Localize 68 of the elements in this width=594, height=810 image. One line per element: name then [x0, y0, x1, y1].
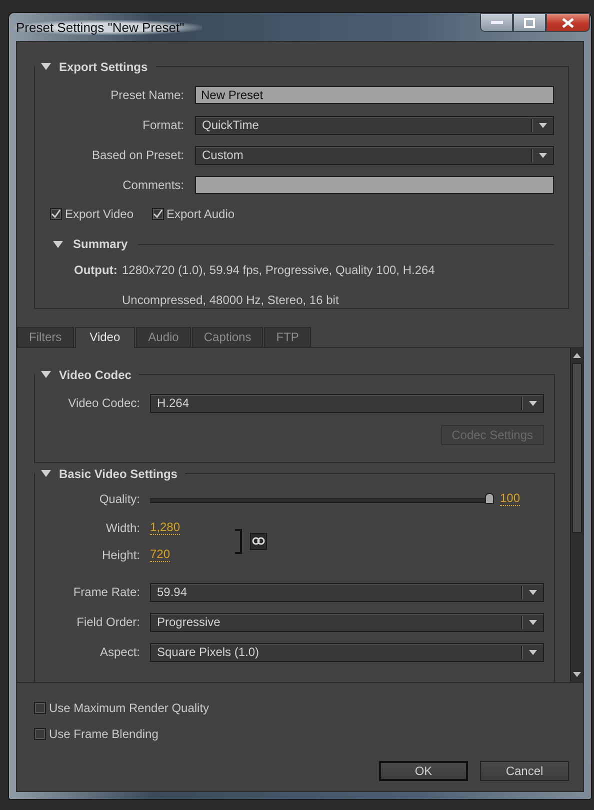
summary-text: 1280x720 (1.0), 59.94 fps, Progressive, Quality 100, H.264 — [122, 263, 435, 277]
link-bracket — [235, 528, 242, 554]
close-icon — [562, 18, 574, 28]
dropdown[interactable]: Square Pixels (1.0) — [150, 642, 544, 662]
section-title: Basic Video Settings — [59, 466, 178, 480]
section-title: Video Codec — [59, 368, 132, 382]
slider-thumb[interactable] — [485, 493, 494, 504]
text-field[interactable]: New Preset — [195, 86, 554, 104]
checkbox[interactable] — [50, 208, 62, 220]
tab[interactable]: Audio — [136, 327, 191, 347]
checkbox[interactable] — [34, 728, 46, 740]
checkbox-label[interactable]: Use Maximum Render Quality — [49, 701, 210, 715]
width-value[interactable]: 1,280 — [150, 520, 180, 534]
field-label: Quality: — [98, 492, 140, 506]
maximize-button[interactable] — [513, 13, 546, 32]
field-label: Format: — [142, 118, 184, 132]
checkmark-icon — [51, 209, 61, 219]
checkbox-label[interactable]: Use Frame Blending — [49, 727, 158, 741]
height-value[interactable]: 720 — [150, 548, 170, 562]
dropdown[interactable]: Progressive — [150, 612, 544, 632]
collapse-triangle-icon[interactable] — [53, 240, 63, 248]
slider-value[interactable]: 100 — [500, 492, 520, 506]
field-label: Based on Preset: — [90, 148, 184, 162]
tab[interactable]: FTP — [264, 327, 311, 347]
text-field[interactable] — [195, 176, 554, 194]
tab[interactable]: Filters — [17, 327, 74, 347]
output-label: Output: — [74, 263, 118, 277]
caret-icon — [529, 620, 537, 624]
caret-icon — [539, 122, 547, 128]
field-label: Width: — [104, 520, 140, 534]
checkbox-label[interactable]: Export Video — [65, 207, 134, 221]
dropdown[interactable]: 59.94 — [150, 582, 544, 602]
dropdown[interactable]: H.264 — [150, 394, 544, 412]
tab[interactable]: Captions — [192, 327, 264, 347]
dropdown[interactable]: QuickTime — [195, 116, 554, 134]
caret-icon — [529, 590, 537, 594]
dialog-button[interactable]: OK — [379, 761, 468, 781]
close-button[interactable] — [546, 13, 590, 32]
dialog-button[interactable]: Cancel — [480, 761, 569, 781]
field-label: Field Order: — [76, 615, 140, 629]
scrollbar[interactable] — [570, 348, 583, 682]
window-title: Preset Settings "New Preset" — [14, 20, 202, 35]
field-label: Preset Name: — [110, 88, 184, 102]
chain-link-icon — [252, 537, 266, 545]
caret-icon — [529, 400, 537, 406]
collapse-triangle-icon[interactable] — [41, 63, 51, 70]
field-label: Comments: — [122, 178, 184, 192]
section-title: Export Settings — [59, 60, 148, 74]
section-title: Summary — [73, 237, 128, 251]
field-label: Height: — [100, 548, 140, 562]
caret-icon — [539, 152, 547, 158]
minimize-button[interactable] — [480, 13, 513, 32]
minimize-icon — [490, 20, 502, 24]
summary-text: Uncompressed, 48000 Hz, Stereo, 16 bit — [122, 293, 339, 307]
link-button[interactable] — [250, 532, 268, 550]
field-label: Video Codec: — [67, 396, 140, 410]
collapse-triangle-icon[interactable] — [41, 470, 51, 477]
dropdown[interactable]: Custom — [195, 146, 554, 164]
checkbox[interactable] — [152, 208, 164, 220]
field-label: Frame Rate: — [72, 585, 140, 599]
tab[interactable]: Video — [74, 327, 136, 348]
collapse-triangle-icon[interactable] — [41, 371, 51, 378]
checkbox[interactable] — [34, 702, 46, 714]
caret-icon — [529, 650, 537, 654]
checkmark-icon — [152, 209, 162, 219]
field-label: Aspect: — [98, 645, 140, 659]
maximize-icon — [524, 18, 535, 28]
checkbox-label[interactable]: Export Audio — [166, 207, 235, 221]
